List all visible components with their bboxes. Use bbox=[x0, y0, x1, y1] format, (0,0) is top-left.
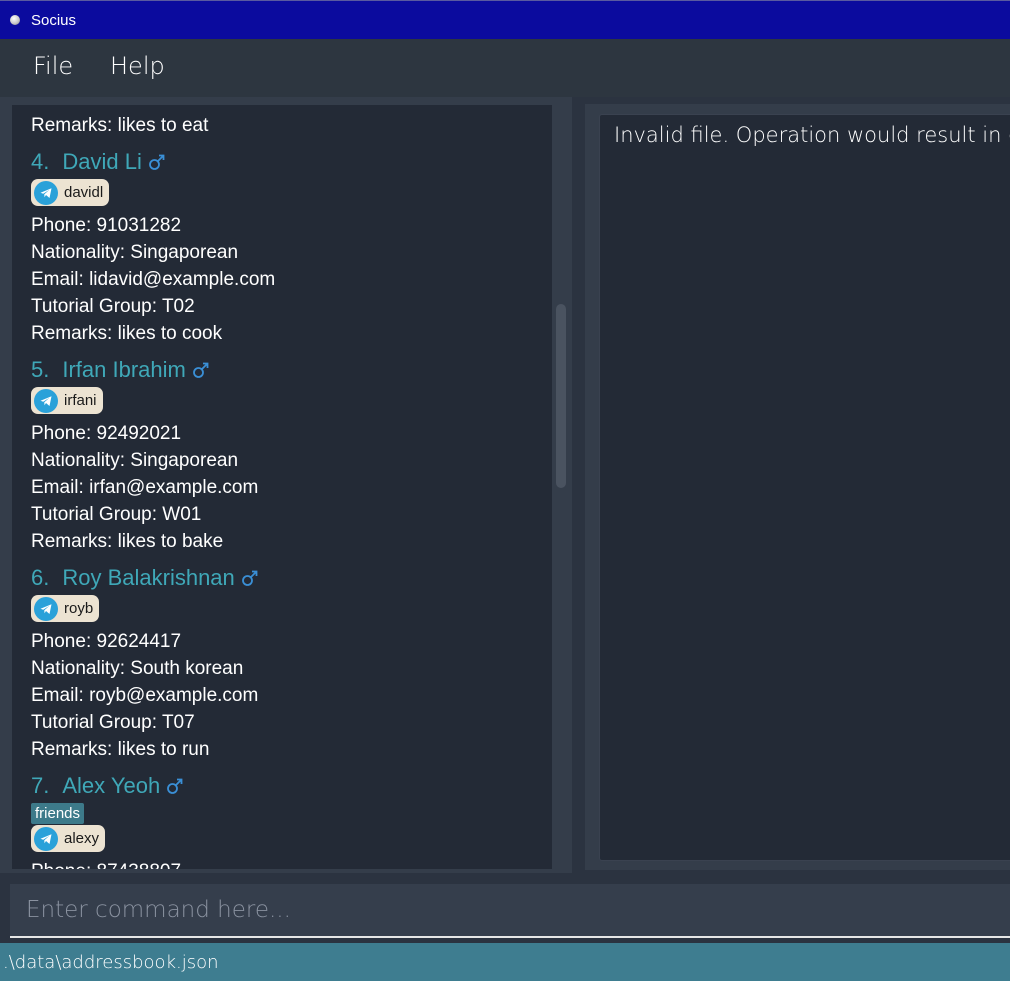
telegram-chip: royb bbox=[31, 595, 100, 622]
person-phone: Phone: 91031282 bbox=[31, 215, 182, 236]
person-phone: Phone: 87438807 bbox=[31, 861, 181, 869]
scrollbar-thumb[interactable] bbox=[556, 304, 566, 488]
person-phone: Phone: 92624417 bbox=[31, 631, 182, 652]
menu-bar: File Help bbox=[0, 39, 1010, 97]
person-tutorial-group: Tutorial Group: W01 bbox=[31, 504, 202, 525]
command-box bbox=[10, 884, 1010, 938]
male-icon bbox=[148, 154, 165, 170]
person-list-panel: Remarks: likes to eat 4. David Li davidl … bbox=[0, 97, 572, 873]
person-nationality: Nationality: Singaporean bbox=[31, 450, 239, 471]
telegram-handle: alexy bbox=[64, 830, 100, 847]
telegram-handle: irfani bbox=[64, 392, 97, 409]
person-phone: Phone: 92492021 bbox=[31, 423, 182, 444]
telegram-chip: irfani bbox=[31, 387, 103, 414]
male-icon bbox=[167, 778, 183, 794]
status-bar: .\data\addressbook.json bbox=[0, 943, 1010, 981]
person-name: 7. Alex Yeoh bbox=[31, 773, 184, 799]
male-icon bbox=[241, 570, 258, 586]
person-remarks: Remarks: likes to run bbox=[31, 739, 210, 760]
window-title: Socius bbox=[31, 12, 77, 29]
person-index: 7. bbox=[31, 773, 50, 798]
male-icon bbox=[192, 362, 209, 378]
telegram-icon bbox=[34, 826, 58, 851]
telegram-icon bbox=[34, 596, 58, 621]
person-remarks: Remarks: likes to eat bbox=[31, 115, 209, 136]
result-display[interactable]: Invalid file. Operation would result in … bbox=[599, 114, 1010, 861]
person-list-scrollbar[interactable] bbox=[554, 304, 568, 488]
person-name: 6. Roy Balakrishnan bbox=[31, 565, 259, 591]
command-area bbox=[0, 873, 1010, 943]
person-nationality: Nationality: South korean bbox=[31, 658, 244, 679]
title-bar: Socius bbox=[0, 0, 1010, 39]
person-index: 6. bbox=[31, 565, 50, 590]
person-nationality: Nationality: Singaporean bbox=[31, 242, 239, 263]
person-index: 4. bbox=[31, 149, 50, 174]
telegram-chip: davidl bbox=[31, 179, 110, 206]
menu-help[interactable]: Help bbox=[110, 52, 165, 80]
result-panel: Invalid file. Operation would result in … bbox=[585, 104, 1010, 870]
telegram-chip: alexy bbox=[31, 825, 106, 852]
person-remarks: Remarks: likes to cook bbox=[31, 323, 223, 344]
command-input[interactable] bbox=[10, 884, 1010, 936]
person-tutorial-group: Tutorial Group: T07 bbox=[31, 712, 195, 733]
person-email: Email: irfan@example.com bbox=[31, 477, 259, 498]
telegram-icon bbox=[34, 180, 58, 205]
person-email: Email: royb@example.com bbox=[31, 685, 259, 706]
app-icon bbox=[10, 15, 20, 25]
person-name: 4. David Li bbox=[31, 149, 166, 175]
telegram-handle: davidl bbox=[64, 184, 104, 201]
menu-file[interactable]: File bbox=[33, 52, 73, 80]
person-index: 5. bbox=[31, 357, 50, 382]
person-name-text: David Li bbox=[62, 149, 142, 174]
person-name-text: Alex Yeoh bbox=[62, 773, 161, 798]
person-name-text: Irfan Ibrahim bbox=[62, 357, 186, 382]
save-location: .\data\addressbook.json bbox=[3, 952, 219, 973]
person-remarks: Remarks: likes to bake bbox=[31, 531, 224, 552]
telegram-icon bbox=[34, 388, 58, 413]
person-email: Email: lidavid@example.com bbox=[31, 269, 276, 290]
telegram-handle: royb bbox=[64, 600, 94, 617]
person-tutorial-group: Tutorial Group: T02 bbox=[31, 296, 195, 317]
person-name-text: Roy Balakrishnan bbox=[62, 565, 235, 590]
person-list[interactable]: Remarks: likes to eat 4. David Li davidl … bbox=[12, 105, 552, 869]
result-message: Invalid file. Operation would result in … bbox=[614, 123, 1010, 147]
person-name: 5. Irfan Ibrahim bbox=[31, 357, 210, 383]
tag-chip: friends bbox=[31, 803, 85, 824]
